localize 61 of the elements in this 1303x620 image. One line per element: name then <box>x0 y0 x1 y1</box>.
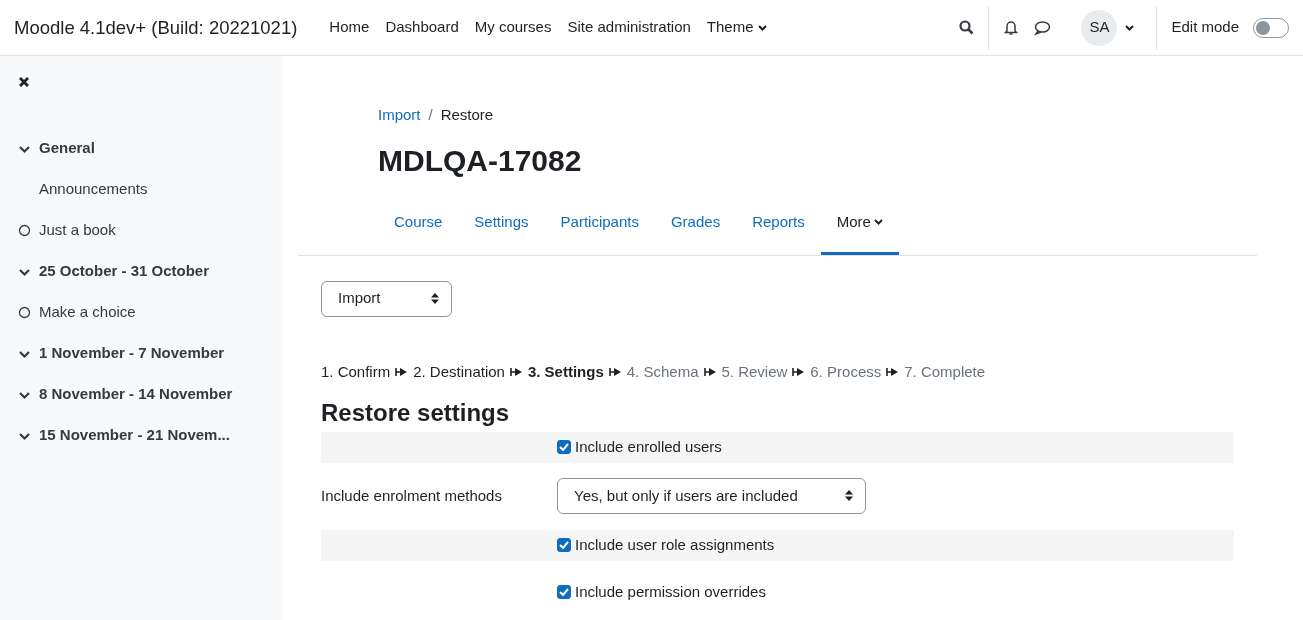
activity-link[interactable]: Just a book <box>39 219 116 242</box>
breadcrumb-link[interactable]: Import <box>378 104 421 127</box>
search-icon[interactable] <box>959 20 975 35</box>
site-name[interactable]: Moodle 4.1dev+ (Build: 20221021) <box>14 13 298 42</box>
activity-link[interactable]: Make a choice <box>39 301 136 324</box>
caret-icon <box>873 219 883 225</box>
user-menu[interactable]: SA <box>1081 9 1135 46</box>
section-link[interactable]: General <box>39 137 95 160</box>
restore-step: 3. Settings <box>527 360 604 383</box>
edit-mode-label: Edit mode <box>1171 17 1239 38</box>
section-link[interactable]: 1 November - 7 November <box>39 342 225 365</box>
bell-icon[interactable] <box>1003 19 1020 36</box>
nav-link[interactable]: My courses <box>474 16 552 39</box>
section-link[interactable]: 15 November - 21 Novem... <box>39 424 230 447</box>
completion-circle-icon <box>18 224 31 237</box>
checkbox[interactable] <box>557 440 571 455</box>
arrow-icon <box>792 366 806 377</box>
restore-step: 5. Review <box>721 360 788 383</box>
breadcrumb-current: Restore <box>440 105 494 125</box>
arrow-icon <box>509 366 523 377</box>
user-avatar: SA <box>1081 9 1118 46</box>
nav-link[interactable]: Home <box>329 16 370 39</box>
restore-step: 1. Confirm <box>321 360 391 383</box>
section-heading: Restore settings <box>321 399 511 428</box>
nav-link[interactable]: Theme <box>706 16 767 39</box>
restore-step: 6. Process <box>810 360 882 383</box>
sort-caret-icon <box>431 293 439 304</box>
restore-step: 7. Complete <box>904 360 986 383</box>
arrow-icon <box>703 366 717 377</box>
checkbox[interactable] <box>557 538 571 553</box>
completion-circle-icon <box>18 306 31 319</box>
checkbox-label: Include user role assignments <box>575 535 775 556</box>
course-tab[interactable]: More <box>820 192 899 255</box>
close-icon[interactable] <box>18 76 30 88</box>
course-tab[interactable]: Grades <box>654 192 737 255</box>
restore-step: 2. Destination <box>413 360 505 383</box>
caret-icon <box>1125 24 1135 31</box>
course-tab[interactable]: Settings <box>458 192 545 255</box>
activity-link[interactable]: Announcements <box>39 178 148 201</box>
arrow-icon <box>886 366 900 377</box>
checkbox[interactable] <box>557 585 571 600</box>
caret-icon <box>757 24 767 31</box>
action-select[interactable]: Import <box>321 280 452 317</box>
chat-bubble-icon[interactable] <box>1033 19 1052 36</box>
checkbox-label: Include permission overrides <box>575 582 766 603</box>
nav-link[interactable]: Dashboard <box>385 16 459 39</box>
restore-step: 4. Schema <box>626 360 699 383</box>
course-tab[interactable]: Course <box>378 192 459 255</box>
section-link[interactable]: 8 November - 14 November <box>39 383 233 406</box>
field-label: Include enrolment methods <box>321 485 503 506</box>
breadcrumb-separator: / <box>428 105 433 125</box>
select-field[interactable]: Yes, but only if users are included <box>557 477 866 514</box>
section-link[interactable]: 25 October - 31 October <box>39 260 210 283</box>
checkbox-label: Include enrolled users <box>575 437 722 458</box>
arrow-icon <box>608 366 622 377</box>
page-title: MDLQA-17082 <box>378 142 583 179</box>
arrow-icon <box>395 366 409 377</box>
course-tab[interactable]: Participants <box>544 192 655 255</box>
sort-caret-icon <box>845 490 853 502</box>
course-tab[interactable]: Reports <box>736 192 821 255</box>
nav-link[interactable]: Site administration <box>567 16 691 39</box>
